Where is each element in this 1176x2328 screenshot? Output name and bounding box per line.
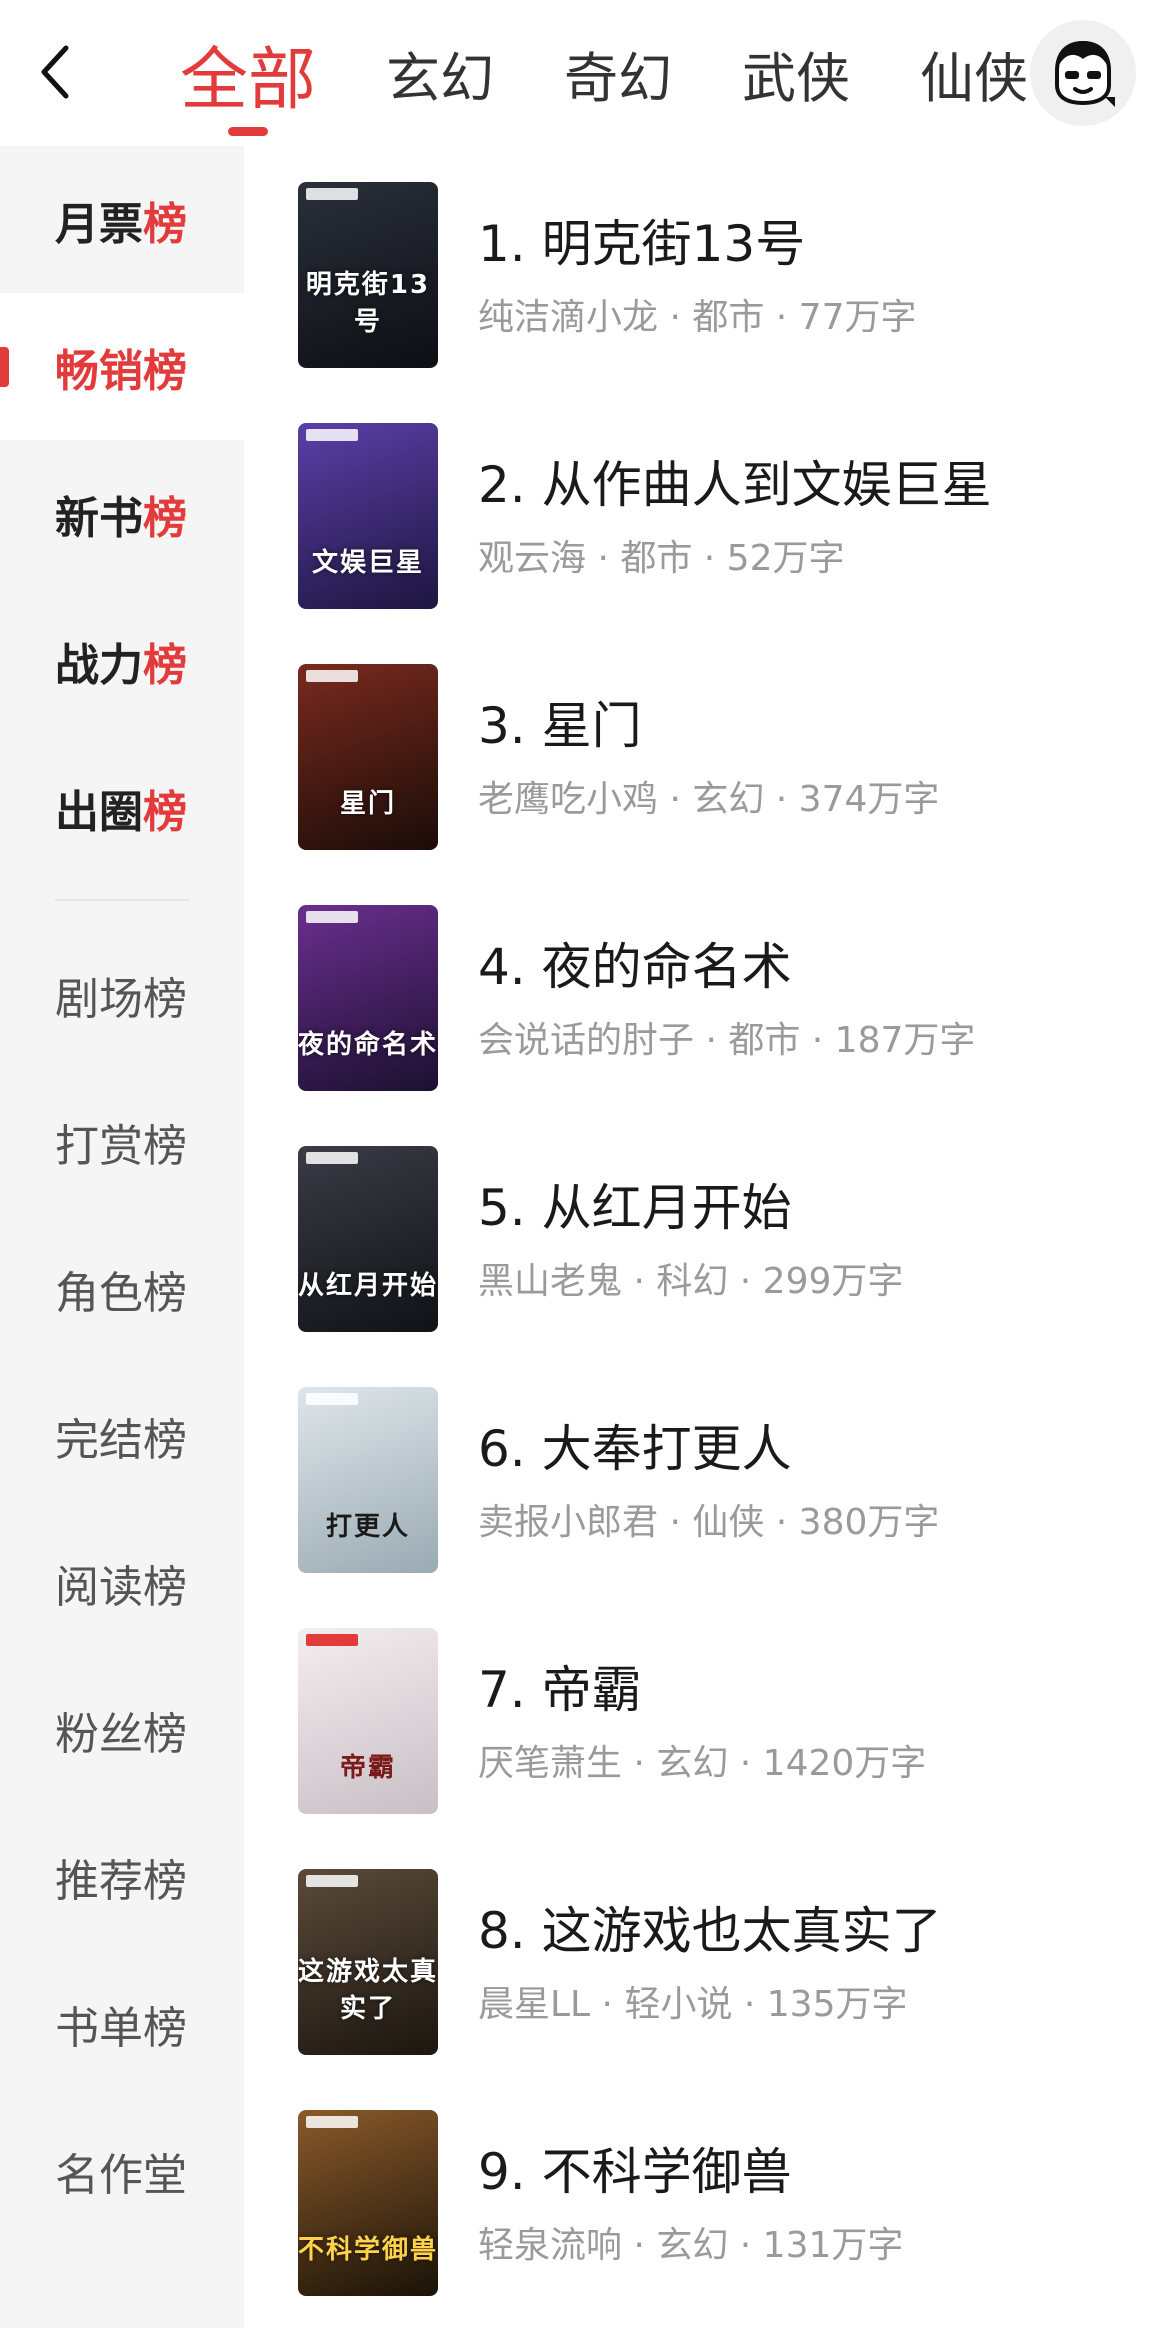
book-title: 8. 这游戏也太真实了: [478, 1902, 942, 1960]
sidebar-item-label: 新书: [55, 492, 143, 544]
sidebar-item-label: 月票: [55, 198, 143, 250]
publisher-badge: [306, 429, 358, 441]
book-cover: 不科学御兽: [298, 2110, 438, 2296]
list-item[interactable]: 夜的命名术 4. 夜的命名术 会说话的肘子 · 都市 · 187万字: [244, 869, 1176, 1110]
publisher-badge: [306, 188, 358, 200]
book-title: 1. 明克街13号: [478, 215, 806, 273]
publisher-badge: [306, 2116, 358, 2128]
sidebar-item-monthly[interactable]: 月票榜: [0, 146, 244, 293]
publisher-badge: [306, 670, 358, 682]
top-bar: 全部 玄幻 奇幻 武侠 仙侠: [0, 0, 1176, 146]
book-cover: 这游戏太真实了: [298, 1869, 438, 2055]
list-item[interactable]: 从红月开始 5. 从红月开始 黑山老鬼 · 科幻 · 299万字: [244, 1110, 1176, 1351]
tab-xuanhuan[interactable]: 玄幻: [386, 0, 494, 146]
book-meta: 纯洁滴小龙 · 都市 · 77万字: [478, 297, 917, 338]
sidebar-item-accent: 榜: [143, 639, 187, 691]
book-title: 3. 星门: [478, 697, 642, 755]
publisher-badge: [306, 1875, 358, 1887]
sidebar-item-power[interactable]: 战力榜: [0, 587, 244, 734]
cover-title: 不科学御兽: [298, 2235, 438, 2265]
sidebar-item-recommend[interactable]: 推荐榜: [0, 1803, 244, 1950]
tab-qihuan[interactable]: 奇幻: [564, 0, 672, 146]
book-cover: 帝霸: [298, 1628, 438, 1814]
sidebar-item-masterpiece[interactable]: 名作堂: [0, 2097, 244, 2244]
book-title: 5. 从红月开始: [478, 1179, 792, 1237]
sidebar-item-accent: 榜: [143, 345, 187, 397]
sidebar-item-accent: 榜: [143, 198, 187, 250]
book-cover: 从红月开始: [298, 1146, 438, 1332]
book-title: 9. 不科学御兽: [478, 2143, 792, 2201]
sidebar-divider: [0, 881, 244, 921]
book-meta: 轻泉流响 · 玄幻 · 131万字: [478, 2225, 904, 2266]
user-face-icon: [1055, 40, 1115, 107]
book-title: 7. 帝霸: [478, 1661, 642, 1719]
cover-title: 这游戏太真实了: [298, 1957, 438, 2024]
publisher-badge: [306, 1152, 358, 1164]
sidebar-item-fans[interactable]: 粉丝榜: [0, 1656, 244, 1803]
tab-xianxia[interactable]: 仙侠: [920, 0, 1028, 146]
sidebar-item-completed[interactable]: 完结榜: [0, 1362, 244, 1509]
sidebar-item-character[interactable]: 角色榜: [0, 1215, 244, 1362]
book-title: 4. 夜的命名术: [478, 938, 792, 996]
publisher-badge: [306, 1393, 358, 1405]
book-cover: 明克街13号: [298, 182, 438, 368]
chevron-left-icon: [41, 45, 69, 99]
book-cover: 星门: [298, 664, 438, 850]
book-meta: 黑山老鬼 · 科幻 · 299万字: [478, 1261, 904, 1302]
publisher-badge: [306, 1634, 358, 1646]
book-meta: 晨星LL · 轻小说 · 135万字: [478, 1984, 908, 2025]
book-meta: 老鹰吃小鸡 · 玄幻 · 374万字: [478, 779, 940, 820]
book-cover: 打更人: [298, 1387, 438, 1573]
sidebar-item-label: 战力: [55, 639, 143, 691]
publisher-badge: [306, 911, 358, 923]
list-item[interactable]: 这游戏太真实了 8. 这游戏也太真实了 晨星LL · 轻小说 · 135万字: [244, 1833, 1176, 2074]
list-item[interactable]: 文娱巨星 2. 从作曲人到文娱巨星 观云海 · 都市 · 52万字: [244, 387, 1176, 628]
cover-title: 从红月开始: [298, 1271, 438, 1301]
avatar[interactable]: [1030, 20, 1136, 126]
sidebar-item-reading[interactable]: 阅读榜: [0, 1509, 244, 1656]
cover-title: 星门: [339, 789, 396, 819]
back-button[interactable]: [30, 36, 82, 108]
cover-title: 明克街13号: [305, 270, 431, 337]
book-meta: 会说话的肘子 · 都市 · 187万字: [478, 1020, 976, 1061]
cover-title: 帝霸: [339, 1753, 396, 1783]
cover-title: 夜的命名术: [298, 1030, 438, 1060]
book-meta: 卖报小郎君 · 仙侠 · 380万字: [478, 1502, 940, 1543]
sidebar-item-label: 畅销: [55, 345, 143, 397]
sidebar-item-bestseller[interactable]: 畅销榜: [0, 293, 244, 440]
sidebar-item-accent: 榜: [143, 786, 187, 838]
sidebar-item-breakout[interactable]: 出圈榜: [0, 734, 244, 881]
list-item[interactable]: 打更人 6. 大奉打更人 卖报小郎君 · 仙侠 · 380万字: [244, 1351, 1176, 1592]
sidebar-item-theater[interactable]: 剧场榜: [0, 921, 244, 1068]
book-cover: 夜的命名术: [298, 905, 438, 1091]
rank-sidebar: 月票榜 畅销榜 新书榜 战力榜 出圈榜 剧场榜 打赏榜 角色榜 完结榜 阅读榜 …: [0, 146, 244, 2328]
book-title: 6. 大奉打更人: [478, 1420, 792, 1478]
list-item[interactable]: 不科学御兽 9. 不科学御兽 轻泉流响 · 玄幻 · 131万字: [244, 2074, 1176, 2315]
list-item[interactable]: 帝霸 7. 帝霸 厌笔萧生 · 玄幻 · 1420万字: [244, 1592, 1176, 1833]
book-meta: 观云海 · 都市 · 52万字: [478, 538, 845, 579]
list-item[interactable]: 明克街13号 1. 明克街13号 纯洁滴小龙 · 都市 · 77万字: [244, 146, 1176, 387]
cover-title: 打更人: [325, 1512, 410, 1542]
sidebar-item-reward[interactable]: 打赏榜: [0, 1068, 244, 1215]
sidebar-item-accent: 榜: [143, 492, 187, 544]
tab-all[interactable]: 全部: [180, 0, 316, 146]
book-cover: 文娱巨星: [298, 423, 438, 609]
sidebar-item-newbook[interactable]: 新书榜: [0, 440, 244, 587]
sidebar-item-label: 出圈: [55, 786, 143, 838]
book-title: 2. 从作曲人到文娱巨星: [478, 456, 992, 514]
tab-wuxia[interactable]: 武侠: [742, 0, 850, 146]
cover-title: 文娱巨星: [311, 548, 424, 578]
book-meta: 厌笔萧生 · 玄幻 · 1420万字: [478, 1743, 927, 1784]
book-list: 明克街13号 1. 明克街13号 纯洁滴小龙 · 都市 · 77万字 文娱巨星 …: [244, 146, 1176, 2315]
list-item[interactable]: 星门 3. 星门 老鹰吃小鸡 · 玄幻 · 374万字: [244, 628, 1176, 869]
category-tabs: 全部 玄幻 奇幻 武侠 仙侠: [180, 0, 1098, 146]
sidebar-item-booklist[interactable]: 书单榜: [0, 1950, 244, 2097]
